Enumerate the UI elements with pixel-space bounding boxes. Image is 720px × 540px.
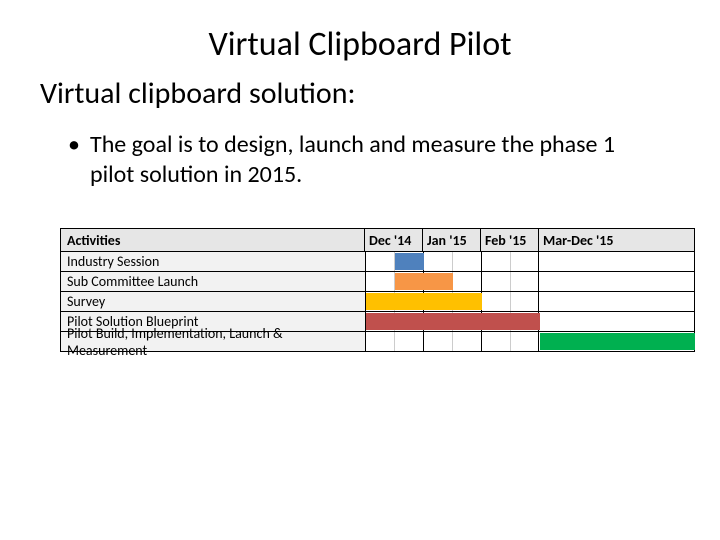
gantt-row-industry-session: Industry Session	[61, 251, 694, 271]
gantt-chart: Activities Dec '14 Jan '15 Feb '15 Mar-D…	[60, 228, 695, 352]
timeline-cell	[366, 292, 694, 311]
col-header-activities: Activities	[61, 229, 365, 251]
activity-label: Pilot Build, Implementation, Launch & Me…	[61, 332, 366, 351]
gantt-bar-pilot-build	[540, 333, 695, 350]
col-header-timeline: Dec '14 Jan '15 Feb '15 Mar-Dec '15	[365, 229, 694, 251]
timeline-cell	[366, 272, 694, 291]
gantt-row-pilot-build: Pilot Build, Implementation, Launch & Me…	[61, 331, 694, 351]
col-header-feb: Feb '15	[481, 229, 539, 251]
gantt-bar-blueprint	[366, 313, 540, 330]
gantt-bar-survey	[366, 293, 482, 310]
slide: Virtual Clipboard Pilot Virtual clipboar…	[0, 0, 720, 540]
timeline-cell	[366, 312, 694, 331]
activity-label: Survey	[61, 292, 366, 311]
gantt-row-sub-committee: Sub Committee Launch	[61, 271, 694, 291]
slide-title: Virtual Clipboard Pilot	[40, 24, 680, 65]
gantt-bar-industry-session	[395, 253, 424, 270]
timeline-cell	[366, 252, 694, 271]
col-header-mardec: Mar-Dec '15	[539, 229, 694, 251]
gantt-header-row: Activities Dec '14 Jan '15 Feb '15 Mar-D…	[61, 229, 694, 251]
activity-label: Sub Committee Launch	[61, 272, 366, 291]
bullet-list: The goal is to design, launch and measur…	[68, 130, 660, 190]
activity-label: Industry Session	[61, 252, 366, 271]
bullet-item: The goal is to design, launch and measur…	[68, 130, 660, 190]
timeline-cell	[366, 332, 694, 351]
gantt-bar-sub-committee	[395, 273, 453, 290]
col-header-dec: Dec '14	[365, 229, 423, 251]
col-header-jan: Jan '15	[423, 229, 481, 251]
slide-subtitle: Virtual clipboard solution:	[40, 75, 680, 112]
gantt-row-survey: Survey	[61, 291, 694, 311]
